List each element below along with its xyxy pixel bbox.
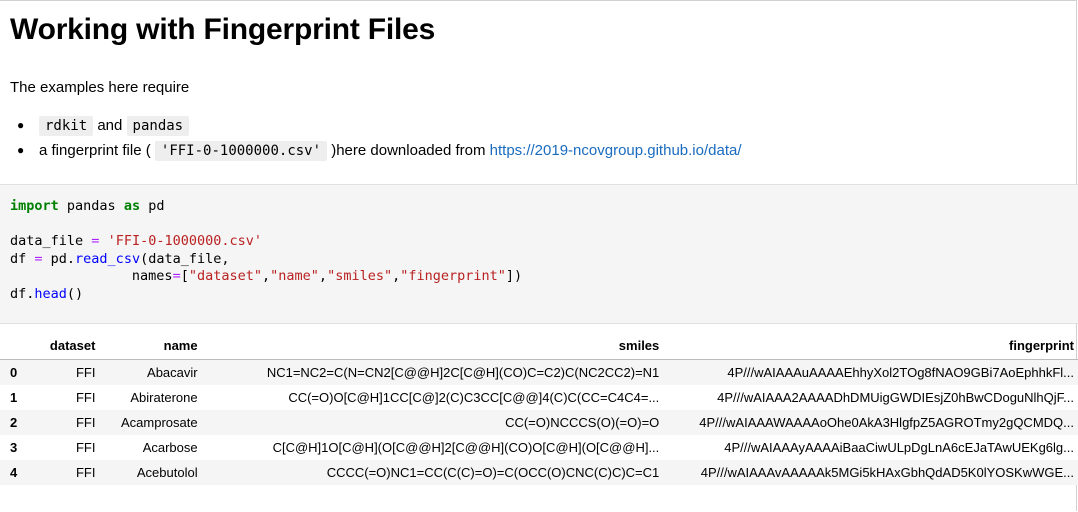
string-literal: "dataset" (188, 268, 262, 285)
code-token: pd (140, 198, 165, 214)
operator: = (172, 268, 181, 285)
string-literal: 'FFI-0-1000000.csv' (107, 233, 262, 250)
column-header-name: name (99, 331, 202, 360)
index-header (0, 331, 31, 360)
cell-smiles: CCCC(=O)NC1=CC(C(C)=O)=C(OCC(O)CNC(C)C)C… (326, 465, 660, 480)
code-token: names (10, 268, 173, 285)
table-row: 1 FFI Abiraterone CC(=O)O[C@H]1CC[C@]2(C… (0, 385, 1078, 410)
table-row: 2 FFI Acamprosate CC(=O)NCCCS(O)(=O)=O 4… (0, 410, 1078, 435)
requirement-item: ● a fingerprint file ( 'FFI-0-1000000.cs… (14, 138, 742, 163)
column-header-fingerprint: fingerprint (663, 331, 1078, 360)
inline-code: 'FFI-0-1000000.csv' (154, 141, 328, 161)
row-index: 4 (10, 465, 18, 480)
data-source-link[interactable]: https://2019-ncovgroup.github.io/data/ (490, 142, 742, 159)
function-name: read_csv (75, 250, 141, 267)
row-index: 2 (10, 415, 18, 430)
row-index: 1 (10, 390, 18, 405)
intro-text: The examples here require (10, 79, 190, 96)
code-token: () (66, 285, 84, 302)
cell-smiles: C[C@H]1O[C@H](O[C@@H]2[C@@H](CO)O[C@H](O… (272, 440, 660, 455)
keyword: import (10, 198, 59, 214)
code-token: data_file (10, 233, 92, 250)
string-literal: "smiles" (327, 268, 393, 285)
row-index: 0 (10, 365, 18, 380)
code-token: df. (10, 285, 35, 302)
cell-smiles: CC(=O)NCCCS(O)(=O)=O (505, 415, 660, 430)
dataframe-output: dataset name smiles fingerprint 0 FFI Ab… (0, 331, 1078, 485)
code-token: pandas (58, 198, 124, 214)
cell-dataset: FFI (75, 415, 96, 430)
string-literal: "fingerprint" (400, 268, 506, 285)
string-literal: "name" (270, 268, 319, 285)
cell-name: Acebutolol (136, 465, 198, 480)
cell-smiles: NC1=NC2=C(N=CN2[C@@H]2C[C@H](CO)C=C2)C(N… (266, 365, 660, 380)
cell-fingerprint: 4P///wAIAAAvAAAAAk5MGi5kHAxGbhQdAD5K0lYO… (700, 465, 1074, 480)
code-token: (data_file, (140, 250, 230, 267)
bullet-icon: ● (17, 143, 25, 157)
code-token: ]) (505, 268, 523, 285)
code-token: df (10, 250, 35, 267)
inline-code: pandas (126, 116, 190, 136)
bullet-icon: ● (17, 118, 25, 132)
code-token: pd. (42, 250, 76, 267)
table-row: 4 FFI Acebutolol CCCC(=O)NC1=CC(C(C)=O)=… (0, 460, 1078, 485)
cell-fingerprint: 4P///wAIAAAyAAAAiBaaCiwULpDgLnA6cEJaTAwU… (724, 440, 1074, 455)
cell-dataset: FFI (75, 390, 96, 405)
cell-dataset: FFI (75, 465, 96, 480)
cell-dataset: FFI (75, 440, 96, 455)
inline-code: rdkit (39, 116, 94, 136)
table-row: 0 FFI Abacavir NC1=NC2=C(N=CN2[C@@H]2C[C… (0, 359, 1078, 385)
cell-fingerprint: 4P///wAIAAA2AAAADhDMUigGWDIEsjZ0hBwCDogu… (717, 390, 1074, 405)
code-cell[interactable]: import pandas as pd data_file = 'FFI-0-1… (0, 184, 1078, 324)
code-block: import pandas as pd data_file = 'FFI-0-1… (10, 198, 523, 302)
requirement-item: ● rdkit and pandas (14, 113, 742, 138)
code-token: [ (180, 268, 189, 285)
cell-name: Acarbose (142, 440, 198, 455)
requirement-text: )here downloaded from (331, 142, 490, 159)
column-header-dataset: dataset (30, 331, 100, 360)
requirements-list: ● rdkit and pandas ● a fingerprint file … (14, 113, 742, 163)
column-header-smiles: smiles (201, 331, 664, 360)
cell-name: Abiraterone (130, 390, 198, 405)
requirement-text: a fingerprint file ( (39, 142, 151, 159)
operator: = (34, 250, 43, 267)
row-index: 3 (10, 440, 18, 455)
table-header-row: dataset name smiles fingerprint (0, 331, 1078, 360)
page-title: Working with Fingerprint Files (10, 13, 436, 46)
table-row: 3 FFI Acarbose C[C@H]1O[C@H](O[C@@H]2[C@… (0, 435, 1078, 460)
cell-fingerprint: 4P///wAIAAAWAAAAoOhe0AkA3HlgfpZ5AGROTmy2… (699, 415, 1074, 430)
cell-name: Acamprosate (121, 415, 198, 430)
requirement-text: and (93, 117, 127, 134)
cell-dataset: FFI (75, 365, 96, 380)
keyword: as (123, 198, 141, 214)
cell-fingerprint: 4P///wAIAAAuAAAAEhhyXol2TOg8fNAO9GBi7AoE… (727, 365, 1074, 380)
cell-name: Abacavir (147, 365, 198, 380)
function-name: head (34, 285, 67, 302)
cell-smiles: CC(=O)O[C@H]1CC[C@]2(C)C3CC[C@@]4(C)C(CC… (288, 390, 660, 405)
